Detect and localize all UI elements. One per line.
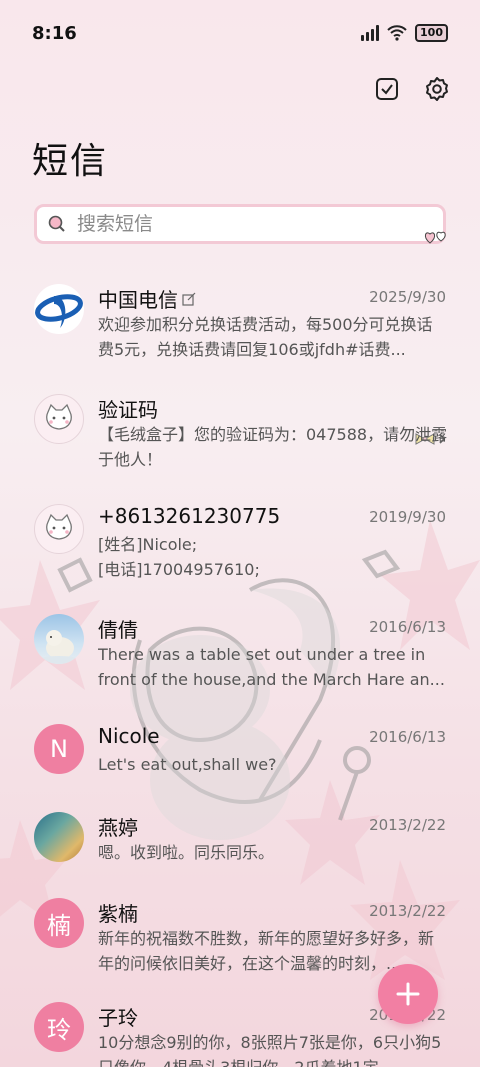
- page-title: 短信: [32, 141, 109, 182]
- landscape-avatar-icon: [34, 812, 84, 862]
- conversation-date: 2016/6/13: [369, 728, 446, 746]
- conversation-name: 倩倩: [98, 618, 138, 642]
- conversation-preview: [姓名]Nicole; [电话]17004957610;: [98, 535, 260, 579]
- top-actions: [374, 76, 450, 102]
- conversation-preview: 嗯。收到啦。同乐同乐。: [98, 843, 275, 862]
- gear-icon: [426, 77, 448, 101]
- polar-bear-avatar-icon: [34, 614, 84, 664]
- conversation-row[interactable]: +8613261230775 2019/9/30 [姓名]Nicole; [电话…: [0, 490, 480, 600]
- conversation-name: 中国电信: [98, 284, 196, 313]
- cat-avatar-icon: [34, 504, 84, 554]
- telecom-avatar-icon: [34, 284, 84, 334]
- multi-select-button[interactable]: [374, 76, 400, 102]
- conversation-date: 2013/2/22: [369, 816, 446, 834]
- signal-icon: [361, 25, 380, 41]
- checkbox-icon: [376, 78, 398, 100]
- letter-avatar: 玲: [34, 1002, 84, 1052]
- conversation-name: +8613261230775: [98, 504, 281, 528]
- conversation-preview: There was a table set out under a tree i…: [98, 645, 445, 689]
- new-message-button[interactable]: [378, 964, 438, 1024]
- conversation-row[interactable]: 中国电信 2025/9/30 欢迎参加积分兑换话费活动，每500分可兑换话费5元…: [0, 270, 480, 380]
- status-icons: 100: [361, 24, 448, 42]
- conversation-date: 2016/6/13: [369, 618, 446, 636]
- conversation-date: 2019/9/30: [369, 508, 446, 526]
- wifi-icon: [387, 25, 407, 41]
- conversation-preview: 10分想念9别的你，8张照片7张是你，6只小狗5只像你，4根骨头3根归你，2爪着…: [98, 1033, 442, 1067]
- conversation-preview: 欢迎参加积分兑换话费活动，每500分可兑换话费5元，兑换话费请回复106或jfd…: [98, 315, 433, 359]
- cat-avatar-icon: [34, 394, 84, 444]
- conversation-name: 验证码: [98, 398, 158, 422]
- plus-icon: [396, 982, 420, 1006]
- status-bar: 8:16 100: [0, 0, 480, 66]
- edit-icon: [182, 292, 196, 306]
- battery-indicator: 100: [415, 24, 448, 42]
- letter-avatar: 楠: [34, 898, 84, 948]
- settings-button[interactable]: [424, 76, 450, 102]
- conversation-name: 燕婷: [98, 816, 138, 840]
- search-icon: [48, 215, 65, 232]
- search-input[interactable]: [77, 213, 397, 235]
- conversation-name: 子玲: [98, 1006, 138, 1030]
- conversation-preview: Let's eat out,shall we?: [98, 755, 277, 774]
- conversation-date: 2025/9/30: [369, 288, 446, 306]
- search-bar[interactable]: [34, 204, 446, 244]
- conversation-name: Nicole: [98, 724, 160, 748]
- conversation-row[interactable]: N Nicole 2016/6/13 Let's eat out,shall w…: [0, 710, 480, 798]
- conversation-name: 紫楠: [98, 902, 138, 926]
- conversation-row[interactable]: 燕婷 2013/2/22 嗯。收到啦。同乐同乐。: [0, 798, 480, 884]
- conversation-row[interactable]: 倩倩 2016/6/13 There was a table set out u…: [0, 600, 480, 710]
- conversation-list: 中国电信 2025/9/30 欢迎参加积分兑换话费活动，每500分可兑换话费5元…: [0, 270, 480, 1067]
- letter-avatar: N: [34, 724, 84, 774]
- hearts-decoration-icon: [424, 231, 446, 244]
- conversation-date: 2013/2/22: [369, 902, 446, 920]
- conversation-row[interactable]: 验证码 【毛绒盒子】您的验证码为：047588，请勿泄露于他人！: [0, 380, 480, 490]
- status-time: 8:16: [32, 22, 77, 44]
- conversation-preview: 【毛绒盒子】您的验证码为：047588，请勿泄露于他人！: [98, 425, 448, 469]
